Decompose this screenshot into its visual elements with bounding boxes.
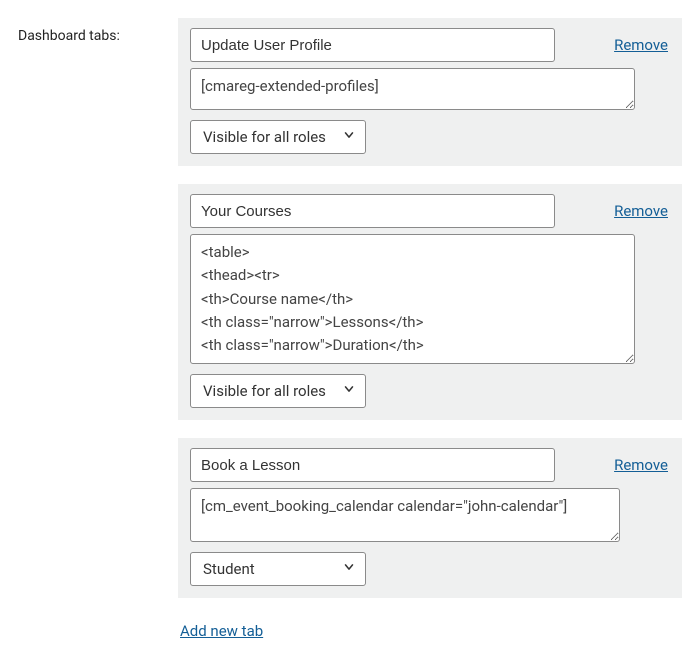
- role-select[interactable]: Visible for all roles: [190, 374, 366, 408]
- tab-content-textarea[interactable]: [190, 68, 635, 110]
- tab-block: Remove Visible for all roles: [178, 184, 682, 420]
- tab-block: Remove Visible for all roles: [178, 18, 682, 166]
- role-select-value: Visible for all roles: [203, 128, 326, 146]
- role-select-value: Visible for all roles: [203, 382, 326, 400]
- tab-content-textarea[interactable]: [190, 234, 635, 364]
- remove-link[interactable]: Remove: [614, 202, 670, 220]
- tab-title-input[interactable]: [190, 194, 555, 228]
- remove-link[interactable]: Remove: [614, 36, 670, 54]
- tab-content-textarea[interactable]: [190, 488, 620, 542]
- remove-link[interactable]: Remove: [614, 456, 670, 474]
- tab-title-input[interactable]: [190, 448, 555, 482]
- role-select[interactable]: Visible for all roles: [190, 120, 366, 154]
- add-new-tab-link[interactable]: Add new tab: [180, 622, 263, 640]
- role-select[interactable]: Student: [190, 552, 366, 586]
- field-label: Dashboard tabs:: [18, 18, 178, 44]
- tab-block: Remove Student: [178, 438, 682, 598]
- tab-title-input[interactable]: [190, 28, 555, 62]
- role-select-value: Student: [203, 560, 255, 578]
